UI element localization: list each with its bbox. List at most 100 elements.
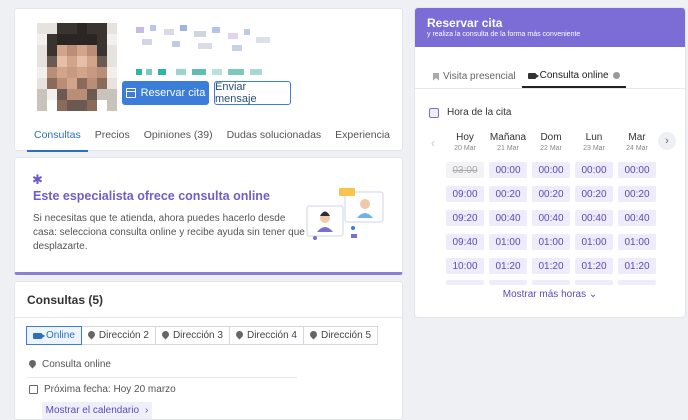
time-slot[interactable]: 00:40 bbox=[532, 210, 570, 226]
mostrar-mas-horas-button[interactable]: Mostrar más horas ⌄ bbox=[415, 289, 685, 300]
avatar-pixel bbox=[57, 56, 67, 67]
avatar-pixel bbox=[57, 89, 67, 100]
avatar-pixel bbox=[67, 45, 77, 56]
avatar-pixel bbox=[107, 67, 117, 78]
day-date: 24 Mar bbox=[626, 145, 648, 152]
avatar-pixel bbox=[67, 78, 77, 89]
reservar-cita-button[interactable]: Reservar cita bbox=[122, 81, 209, 105]
time-slot[interactable]: 00:00 bbox=[575, 162, 613, 178]
next-date-row: Próxima fecha: Hoy 20 marzo bbox=[29, 384, 176, 395]
time-slot[interactable]: 00:00 bbox=[489, 162, 527, 178]
avatar-pixel bbox=[67, 34, 77, 45]
day-name: Mañana bbox=[489, 132, 527, 143]
location-pin-icon bbox=[236, 331, 243, 340]
time-slot[interactable]: 00:00 bbox=[618, 162, 656, 178]
time-slot[interactable]: 01:00 bbox=[575, 234, 613, 250]
doctor-specialty-blurred bbox=[136, 67, 286, 77]
time-slot[interactable]: 10:00 bbox=[446, 258, 484, 274]
avatar-pixel bbox=[97, 67, 107, 78]
avatar-pixel bbox=[47, 56, 57, 67]
address-tab-2[interactable]: Dirección 2 bbox=[80, 326, 156, 345]
video-camera-icon bbox=[33, 332, 45, 339]
avatar-pixel bbox=[37, 67, 47, 78]
day-name: Dom bbox=[540, 132, 562, 143]
avatar-pixel bbox=[107, 34, 117, 45]
day-header: Mañana 21 Mar bbox=[488, 132, 528, 152]
enviar-mensaje-button[interactable]: Enviar mensaje bbox=[214, 81, 291, 105]
day-date: 22 Mar bbox=[540, 145, 562, 152]
info-icon[interactable] bbox=[612, 72, 620, 79]
booking-panel: Reservar cita y realiza la consulta de l… bbox=[415, 8, 685, 317]
tab-consultas[interactable]: Consultas bbox=[27, 121, 88, 152]
tab-visita-presencial[interactable]: Visita presencial bbox=[427, 65, 522, 88]
tab-precios[interactable]: Precios bbox=[88, 121, 137, 152]
time-slot[interactable]: 00:40 bbox=[489, 210, 527, 226]
tab-experiencia[interactable]: Experiencia bbox=[328, 121, 397, 152]
time-slot-partial bbox=[618, 280, 656, 285]
time-slot[interactable]: 00:00 bbox=[532, 162, 570, 178]
time-slot[interactable]: 09:40 bbox=[446, 234, 484, 250]
avatar-pixel bbox=[37, 45, 47, 56]
tab-dudas[interactable]: Dudas solucionadas bbox=[220, 121, 329, 152]
time-slot[interactable]: 01:20 bbox=[575, 258, 613, 274]
avatar-pixel bbox=[107, 56, 117, 67]
day-date: 23 Mar bbox=[583, 145, 605, 152]
prev-days-button[interactable]: ‹ bbox=[431, 136, 435, 150]
time-slot[interactable]: 09:20 bbox=[446, 210, 484, 226]
avatar-pixel bbox=[87, 100, 97, 111]
avatar-pixel bbox=[67, 100, 77, 111]
tab-opiniones[interactable]: Opiniones (39) bbox=[137, 121, 220, 152]
time-slot[interactable]: 01:00 bbox=[618, 234, 656, 250]
divider bbox=[415, 88, 685, 89]
time-slot[interactable]: 09:00 bbox=[446, 186, 484, 202]
avatar-pixel bbox=[47, 100, 57, 111]
location-pin-icon bbox=[29, 360, 36, 369]
profile-tabs: Consultas Precios Opiniones (39) Dudas s… bbox=[27, 121, 397, 152]
next-days-button[interactable]: › bbox=[658, 132, 676, 150]
avatar-pixel bbox=[37, 34, 47, 45]
address-tab-online[interactable]: Online bbox=[26, 326, 82, 345]
address-tab-3[interactable]: Dirección 3 bbox=[154, 326, 230, 345]
avatar-pixel bbox=[87, 67, 97, 78]
avatar-pixel bbox=[97, 78, 107, 89]
avatar-pixel bbox=[77, 100, 87, 111]
mostrar-calendario-button[interactable]: Mostrar el calendario › bbox=[42, 402, 152, 419]
online-title: Este especialista ofrece consulta online bbox=[33, 189, 270, 203]
tab-consulta-online[interactable]: Consulta online bbox=[521, 65, 626, 88]
time-slot[interactable]: 00:20 bbox=[618, 186, 656, 202]
time-slot[interactable]: 01:00 bbox=[489, 234, 527, 250]
avatar-pixel bbox=[57, 100, 67, 111]
avatar-pixel bbox=[47, 78, 57, 89]
video-camera-icon bbox=[527, 72, 539, 79]
location-pin-icon bbox=[162, 331, 169, 340]
time-slot[interactable]: 01:20 bbox=[618, 258, 656, 274]
address-tabs: Online Dirección 2 Dirección 3 Dirección… bbox=[26, 326, 379, 345]
time-slot[interactable]: 00:20 bbox=[532, 186, 570, 202]
avatar-pixel bbox=[47, 89, 57, 100]
day-date: 20 Mar bbox=[454, 145, 476, 152]
time-slot[interactable]: 00:20 bbox=[575, 186, 613, 202]
time-slot[interactable]: 00:40 bbox=[575, 210, 613, 226]
avatar-pixel bbox=[97, 23, 107, 34]
avatar-pixel bbox=[37, 100, 47, 111]
day-date: 21 Mar bbox=[497, 145, 519, 152]
time-slot[interactable]: 01:00 bbox=[532, 234, 570, 250]
avatar-pixel bbox=[57, 34, 67, 45]
doctor-profile-card: Reservar cita Enviar mensaje Consultas P… bbox=[14, 8, 403, 152]
avatar-pixel bbox=[57, 78, 67, 89]
time-slot[interactable]: 00:40 bbox=[618, 210, 656, 226]
address-tab-5[interactable]: Dirección 5 bbox=[303, 326, 379, 345]
address-tab-4[interactable]: Dirección 4 bbox=[228, 326, 304, 345]
avatar-pixel bbox=[87, 56, 97, 67]
avatar-pixel bbox=[87, 23, 97, 34]
hora-label-row: Hora de la cita bbox=[429, 107, 511, 118]
avatar-pixel bbox=[107, 78, 117, 89]
avatar-pixel bbox=[97, 45, 107, 56]
time-slot[interactable]: 01:20 bbox=[532, 258, 570, 274]
time-slot[interactable]: 00:20 bbox=[489, 186, 527, 202]
avatar-pixel bbox=[97, 100, 107, 111]
avatar-pixel bbox=[77, 23, 87, 34]
time-slot-partial bbox=[575, 280, 613, 285]
time-slot[interactable]: 01:20 bbox=[489, 258, 527, 274]
doctor-avatar bbox=[37, 23, 117, 111]
